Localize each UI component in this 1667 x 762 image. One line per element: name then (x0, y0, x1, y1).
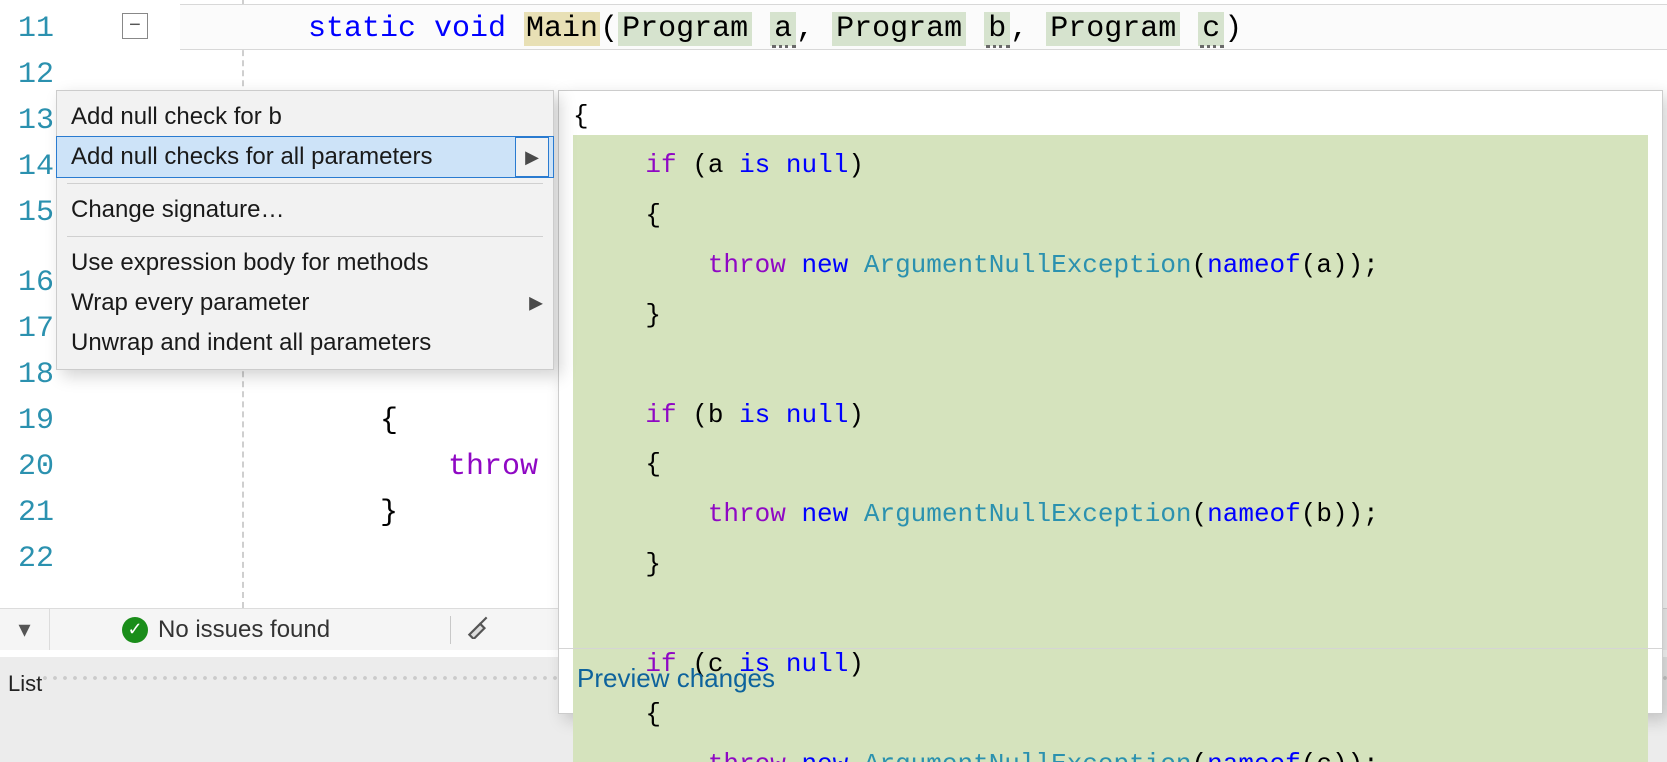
preview-open-brace: { (573, 101, 1648, 131)
preview-changes-link[interactable]: Preview changes (577, 663, 775, 693)
line-number: 12 (0, 58, 58, 92)
menu-separator (67, 236, 543, 237)
param-name: c (1198, 12, 1224, 46)
check-circle-icon: ✓ (122, 617, 148, 643)
preview-footer: Preview changes (559, 648, 1662, 713)
preview-pane: { if (a is null) { throw new ArgumentNul… (558, 90, 1663, 714)
status-text: No issues found (158, 616, 330, 644)
outlining-collapse-icon[interactable]: − (122, 13, 148, 39)
line-number: 19 (0, 404, 58, 438)
divider (450, 616, 451, 644)
code-line-signature: static void Main ( Program a , Program b… (308, 6, 1242, 52)
line-number: 13 (0, 104, 58, 138)
param-name: b (984, 12, 1010, 46)
menu-item-label: Add null checks for all parameters (71, 143, 433, 170)
menu-item-expression-body[interactable]: Use expression body for methods (57, 243, 553, 283)
menu-item-label: Change signature… (71, 196, 284, 223)
menu-item-unwrap-indent[interactable]: Unwrap and indent all parameters (57, 323, 553, 363)
line-number: 11 (0, 12, 58, 46)
line-number: 18 (0, 358, 58, 392)
chevron-right-icon[interactable]: ▶ (515, 137, 549, 177)
menu-item-add-null-checks-all[interactable]: Add null checks for all parameters ▶ (56, 136, 554, 178)
code-brace-open: { (380, 398, 398, 444)
line-number: 21 (0, 496, 58, 530)
quick-actions-menu[interactable]: Add null check for b Add null checks for… (56, 90, 554, 370)
method-name: Main (524, 12, 600, 46)
line-number: 14 (0, 150, 58, 184)
menu-item-change-signature[interactable]: Change signature… (57, 190, 553, 230)
line-number: 17 (0, 312, 58, 346)
chevron-right-icon: ▶ (529, 293, 543, 314)
code-brace-close: } (380, 490, 398, 536)
line-number: 20 (0, 450, 58, 484)
menu-item-label: Wrap every parameter (71, 289, 309, 316)
menu-item-label: Use expression body for methods (71, 249, 429, 276)
menu-separator (67, 183, 543, 184)
menu-item-label: Unwrap and indent all parameters (71, 329, 431, 356)
dropdown-icon[interactable]: ▾ (0, 609, 50, 650)
line-number: 15 (0, 196, 58, 230)
param-name: a (770, 12, 796, 46)
param-type: Program (1046, 12, 1180, 46)
code-throw: throw (448, 444, 538, 490)
menu-item-add-null-check-b[interactable]: Add null check for b (57, 97, 553, 137)
editor-root: 11 − 12 13 14 15 16 17 18 19 20 21 22 st… (0, 0, 1667, 762)
param-type: Program (832, 12, 966, 46)
cleanup-brush-icon[interactable] (465, 613, 491, 646)
keyword-static-void: static void (308, 12, 524, 46)
menu-item-label: Add null check for b (71, 103, 282, 130)
tool-tab-list[interactable]: List (0, 669, 50, 699)
param-type: Program (618, 12, 752, 46)
menu-item-wrap-every-parameter[interactable]: Wrap every parameter ▶ (57, 283, 553, 323)
line-number: 16 (0, 266, 58, 300)
line-number: 22 (0, 542, 58, 576)
